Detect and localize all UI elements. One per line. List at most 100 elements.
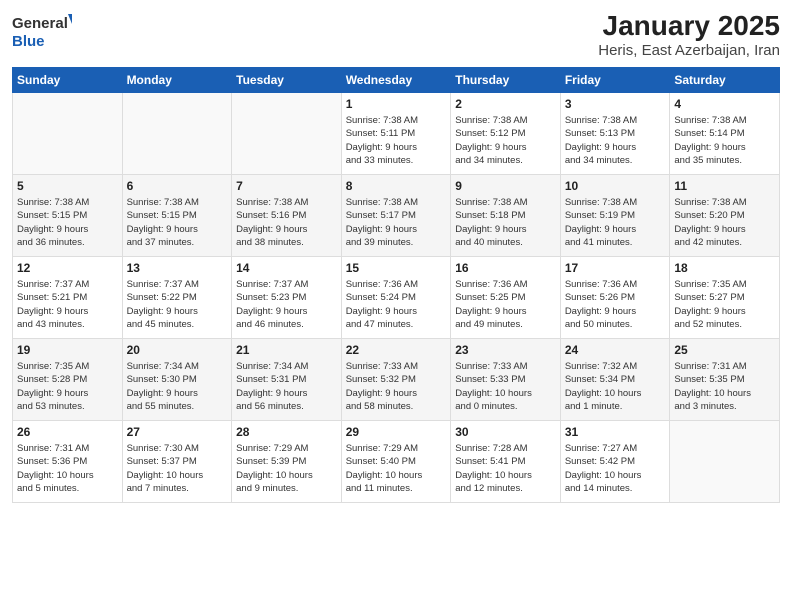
day-number: 13 xyxy=(127,261,228,275)
table-row: 18Sunrise: 7:35 AM Sunset: 5:27 PM Dayli… xyxy=(670,257,780,339)
table-row: 14Sunrise: 7:37 AM Sunset: 5:23 PM Dayli… xyxy=(232,257,342,339)
header-wednesday: Wednesday xyxy=(341,68,451,93)
header-thursday: Thursday xyxy=(451,68,561,93)
day-number: 29 xyxy=(346,425,447,439)
calendar-page: General Blue January 2025 Heris, East Az… xyxy=(0,0,792,612)
day-number: 3 xyxy=(565,97,666,111)
table-row: 22Sunrise: 7:33 AM Sunset: 5:32 PM Dayli… xyxy=(341,339,451,421)
calendar-week-row: 12Sunrise: 7:37 AM Sunset: 5:21 PM Dayli… xyxy=(13,257,780,339)
table-row: 24 Sunrise: 7:32 AM Sunset: 5:34 PM Dayli… xyxy=(560,339,670,421)
day-info: Sunrise: 7:29 AM Sunset: 5:40 PM Dayligh… xyxy=(346,442,447,495)
header-saturday: Saturday xyxy=(670,68,780,93)
day-info: Sunrise: 7:30 AM Sunset: 5:37 PM Dayligh… xyxy=(127,442,228,495)
table-row: 5 Sunrise: 7:38 AM Sunset: 5:15 PM Daylig… xyxy=(13,175,123,257)
svg-text:General: General xyxy=(12,15,68,32)
day-info: Sunrise: 7:38 AM Sunset: 5:15 PM Dayligh… xyxy=(17,196,118,249)
day-info: Sunrise: 7:29 AM Sunset: 5:39 PM Dayligh… xyxy=(236,442,337,495)
day-number: 6 xyxy=(127,179,228,193)
day-info: Sunrise: 7:38 AM Sunset: 5:18 PM Dayligh… xyxy=(455,196,556,249)
table-row: 31Sunrise: 7:27 AM Sunset: 5:42 PM Dayli… xyxy=(560,421,670,503)
table-row xyxy=(13,93,123,175)
day-info: Sunrise: 7:38 AM Sunset: 5:20 PM Dayligh… xyxy=(674,196,775,249)
day-info: Sunrise: 7:38 AM Sunset: 5:19 PM Dayligh… xyxy=(565,196,666,249)
day-info: Sunrise: 7:38 AM Sunset: 5:15 PM Dayligh… xyxy=(127,196,228,249)
day-number: 1 xyxy=(346,97,447,111)
day-number: 11 xyxy=(674,179,775,193)
header: General Blue January 2025 Heris, East Az… xyxy=(12,10,780,59)
day-number: 30 xyxy=(455,425,556,439)
day-number: 24 xyxy=(565,343,666,357)
logo-svg: General Blue xyxy=(12,10,72,50)
day-number: 12 xyxy=(17,261,118,275)
calendar-week-row: 19Sunrise: 7:35 AM Sunset: 5:28 PM Dayli… xyxy=(13,339,780,421)
day-info: Sunrise: 7:36 AM Sunset: 5:25 PM Dayligh… xyxy=(455,278,556,331)
day-info: Sunrise: 7:34 AM Sunset: 5:30 PM Dayligh… xyxy=(127,360,228,413)
weekday-header-row: Sunday Monday Tuesday Wednesday Thursday… xyxy=(13,68,780,93)
day-info: Sunrise: 7:38 AM Sunset: 5:14 PM Dayligh… xyxy=(674,114,775,167)
day-number: 25 xyxy=(674,343,775,357)
day-info: Sunrise: 7:37 AM Sunset: 5:22 PM Dayligh… xyxy=(127,278,228,331)
table-row xyxy=(670,421,780,503)
table-row: 29 Sunrise: 7:29 AM Sunset: 5:40 PM Dayli… xyxy=(341,421,451,503)
table-row: 17Sunrise: 7:36 AM Sunset: 5:26 PM Dayli… xyxy=(560,257,670,339)
header-tuesday: Tuesday xyxy=(232,68,342,93)
day-number: 7 xyxy=(236,179,337,193)
day-number: 2 xyxy=(455,97,556,111)
table-row: 10Sunrise: 7:38 AM Sunset: 5:19 PM Dayli… xyxy=(560,175,670,257)
table-row: 28 Sunrise: 7:29 AM Sunset: 5:39 PM Dayli… xyxy=(232,421,342,503)
day-info: Sunrise: 7:38 AM Sunset: 5:13 PM Dayligh… xyxy=(565,114,666,167)
day-number: 21 xyxy=(236,343,337,357)
table-row xyxy=(122,93,232,175)
day-number: 22 xyxy=(346,343,447,357)
day-info: Sunrise: 7:32 AM Sunset: 5:34 PM Dayligh… xyxy=(565,360,666,413)
day-number: 14 xyxy=(236,261,337,275)
day-info: Sunrise: 7:34 AM Sunset: 5:31 PM Dayligh… xyxy=(236,360,337,413)
day-info: Sunrise: 7:38 AM Sunset: 5:16 PM Dayligh… xyxy=(236,196,337,249)
day-info: Sunrise: 7:31 AM Sunset: 5:35 PM Dayligh… xyxy=(674,360,775,413)
table-row: 12Sunrise: 7:37 AM Sunset: 5:21 PM Dayli… xyxy=(13,257,123,339)
table-row: 3 Sunrise: 7:38 AM Sunset: 5:13 PM Daylig… xyxy=(560,93,670,175)
table-row xyxy=(232,93,342,175)
calendar-week-row: 5 Sunrise: 7:38 AM Sunset: 5:15 PM Daylig… xyxy=(13,175,780,257)
table-row: 16Sunrise: 7:36 AM Sunset: 5:25 PM Dayli… xyxy=(451,257,561,339)
day-info: Sunrise: 7:36 AM Sunset: 5:24 PM Dayligh… xyxy=(346,278,447,331)
day-info: Sunrise: 7:38 AM Sunset: 5:12 PM Dayligh… xyxy=(455,114,556,167)
table-row: 20Sunrise: 7:34 AM Sunset: 5:30 PM Dayli… xyxy=(122,339,232,421)
day-number: 9 xyxy=(455,179,556,193)
table-row: 11 Sunrise: 7:38 AM Sunset: 5:20 PM Dayli… xyxy=(670,175,780,257)
table-row: 2 Sunrise: 7:38 AM Sunset: 5:12 PM Daylig… xyxy=(451,93,561,175)
table-row: 21 Sunrise: 7:34 AM Sunset: 5:31 PM Dayli… xyxy=(232,339,342,421)
header-friday: Friday xyxy=(560,68,670,93)
table-row: 8 Sunrise: 7:38 AM Sunset: 5:17 PM Daylig… xyxy=(341,175,451,257)
table-row: 4 Sunrise: 7:38 AM Sunset: 5:14 PM Daylig… xyxy=(670,93,780,175)
day-number: 8 xyxy=(346,179,447,193)
day-number: 5 xyxy=(17,179,118,193)
table-row: 23 Sunrise: 7:33 AM Sunset: 5:33 PM Dayli… xyxy=(451,339,561,421)
location: Heris, East Azerbaijan, Iran xyxy=(598,42,780,59)
table-row: 30 Sunrise: 7:28 AM Sunset: 5:41 PM Dayli… xyxy=(451,421,561,503)
day-number: 4 xyxy=(674,97,775,111)
table-row: 6 Sunrise: 7:38 AM Sunset: 5:15 PM Daylig… xyxy=(122,175,232,257)
day-number: 23 xyxy=(455,343,556,357)
table-row: 7 Sunrise: 7:38 AM Sunset: 5:16 PM Daylig… xyxy=(232,175,342,257)
calendar-week-row: 1 Sunrise: 7:38 AM Sunset: 5:11 PM Daylig… xyxy=(13,93,780,175)
title-block: January 2025 Heris, East Azerbaijan, Ira… xyxy=(598,10,780,59)
day-number: 26 xyxy=(17,425,118,439)
table-row: 25 Sunrise: 7:31 AM Sunset: 5:35 PM Dayli… xyxy=(670,339,780,421)
calendar-table: Sunday Monday Tuesday Wednesday Thursday… xyxy=(12,67,780,503)
header-sunday: Sunday xyxy=(13,68,123,93)
day-number: 17 xyxy=(565,261,666,275)
day-number: 28 xyxy=(236,425,337,439)
day-info: Sunrise: 7:27 AM Sunset: 5:42 PM Dayligh… xyxy=(565,442,666,495)
calendar-week-row: 26Sunrise: 7:31 AM Sunset: 5:36 PM Dayli… xyxy=(13,421,780,503)
day-number: 18 xyxy=(674,261,775,275)
day-info: Sunrise: 7:38 AM Sunset: 5:11 PM Dayligh… xyxy=(346,114,447,167)
logo: General Blue xyxy=(12,10,72,50)
table-row: 27Sunrise: 7:30 AM Sunset: 5:37 PM Dayli… xyxy=(122,421,232,503)
day-info: Sunrise: 7:35 AM Sunset: 5:28 PM Dayligh… xyxy=(17,360,118,413)
day-info: Sunrise: 7:33 AM Sunset: 5:33 PM Dayligh… xyxy=(455,360,556,413)
day-info: Sunrise: 7:38 AM Sunset: 5:17 PM Dayligh… xyxy=(346,196,447,249)
table-row: 15Sunrise: 7:36 AM Sunset: 5:24 PM Dayli… xyxy=(341,257,451,339)
header-monday: Monday xyxy=(122,68,232,93)
day-info: Sunrise: 7:28 AM Sunset: 5:41 PM Dayligh… xyxy=(455,442,556,495)
